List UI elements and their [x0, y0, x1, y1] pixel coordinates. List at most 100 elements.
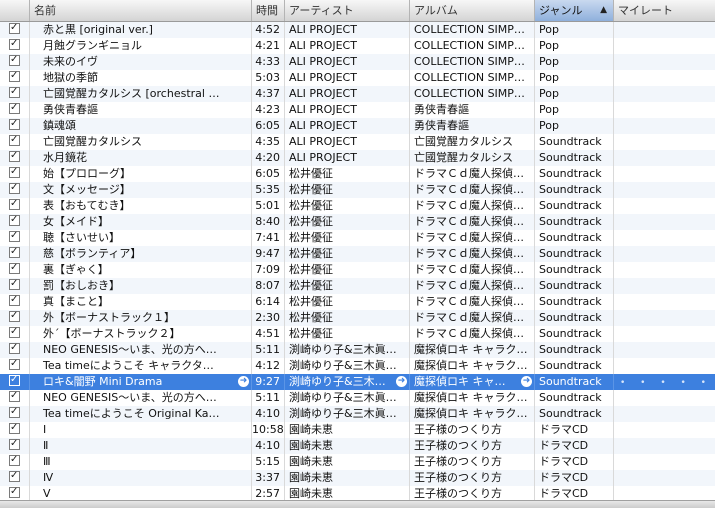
- checkbox-checked-icon[interactable]: [9, 470, 20, 484]
- checkbox-checked-icon[interactable]: [9, 294, 20, 308]
- checkbox-checked-icon[interactable]: [9, 150, 20, 164]
- checkbox-checked-icon[interactable]: [9, 486, 20, 500]
- track-checkbox-cell[interactable]: [0, 470, 30, 486]
- track-checkbox-cell[interactable]: [0, 38, 30, 54]
- checkbox-checked-icon[interactable]: [9, 166, 20, 180]
- track-rating[interactable]: [614, 166, 715, 182]
- track-rating[interactable]: [614, 246, 715, 262]
- checkbox-checked-icon[interactable]: [9, 86, 20, 100]
- track-rating[interactable]: [614, 390, 715, 406]
- table-row[interactable]: 亡國覚醒カタルシス [orchestral …4:37ALI PROJECTCO…: [0, 86, 715, 102]
- track-rating[interactable]: [614, 214, 715, 230]
- table-row[interactable]: 始【プロローグ】6:05松井優征ドラマＣｄ魔人探偵…Soundtrack: [0, 166, 715, 182]
- checkbox-checked-icon[interactable]: [9, 342, 20, 356]
- checkbox-checked-icon[interactable]: [9, 22, 20, 36]
- header-name[interactable]: 名前: [30, 0, 252, 21]
- track-rating[interactable]: [614, 54, 715, 70]
- track-rating[interactable]: [614, 230, 715, 246]
- track-checkbox-cell[interactable]: [0, 54, 30, 70]
- table-row[interactable]: 真【まこと】6:14松井優征ドラマＣｄ魔人探偵…Soundtrack: [0, 294, 715, 310]
- track-rating[interactable]: [614, 198, 715, 214]
- checkbox-checked-icon[interactable]: [9, 262, 20, 276]
- table-row[interactable]: 外【ボーナストラック１】2:30松井優征ドラマＣｄ魔人探偵…Soundtrack: [0, 310, 715, 326]
- table-row[interactable]: 女【メイド】8:40松井優征ドラマＣｄ魔人探偵…Soundtrack: [0, 214, 715, 230]
- checkbox-checked-icon[interactable]: [9, 310, 20, 324]
- track-checkbox-cell[interactable]: [0, 86, 30, 102]
- track-checkbox-cell[interactable]: [0, 310, 30, 326]
- table-row[interactable]: Ⅱ4:10園崎未恵王子様のつくり方ドラマCD: [0, 438, 715, 454]
- checkbox-checked-icon[interactable]: [9, 134, 20, 148]
- table-row[interactable]: Tea timeにようこそ キャラクタ…4:12渕崎ゆり子&三木眞…魔探偵ロキ …: [0, 358, 715, 374]
- track-rating[interactable]: • • • • •: [614, 374, 715, 390]
- track-rating[interactable]: [614, 70, 715, 86]
- checkbox-checked-icon[interactable]: [9, 422, 20, 436]
- checkbox-checked-icon[interactable]: [9, 278, 20, 292]
- track-checkbox-cell[interactable]: [0, 374, 30, 390]
- checkbox-checked-icon[interactable]: [9, 214, 20, 228]
- track-checkbox-cell[interactable]: [0, 278, 30, 294]
- go-arrow-icon[interactable]: ➜: [396, 376, 407, 387]
- table-row[interactable]: 慈【ボランティア】9:47松井優征ドラマＣｄ魔人探偵…Soundtrack: [0, 246, 715, 262]
- header-rating[interactable]: マイレート: [614, 0, 715, 21]
- track-checkbox-cell[interactable]: [0, 406, 30, 422]
- track-rating[interactable]: [614, 422, 715, 438]
- checkbox-checked-icon[interactable]: [9, 230, 20, 244]
- header-time[interactable]: 時間: [252, 0, 285, 21]
- track-rating[interactable]: [614, 102, 715, 118]
- track-checkbox-cell[interactable]: [0, 454, 30, 470]
- track-rating[interactable]: [614, 406, 715, 422]
- table-row[interactable]: 聴【さいせい】7:41松井優征ドラマＣｄ魔人探偵…Soundtrack: [0, 230, 715, 246]
- rating-dots[interactable]: • • • • •: [620, 378, 712, 388]
- track-rating[interactable]: [614, 118, 715, 134]
- track-rating[interactable]: [614, 150, 715, 166]
- track-rating[interactable]: [614, 134, 715, 150]
- table-row[interactable]: 表【おもてむき】5:01松井優征ドラマＣｄ魔人探偵…Soundtrack: [0, 198, 715, 214]
- checkbox-checked-icon[interactable]: [9, 406, 20, 420]
- track-checkbox-cell[interactable]: [0, 230, 30, 246]
- track-rating[interactable]: [614, 294, 715, 310]
- track-rating[interactable]: [614, 182, 715, 198]
- table-row[interactable]: Ⅰ10:58園崎未恵王子様のつくり方ドラマCD: [0, 422, 715, 438]
- table-row[interactable]: 未来のイヴ4:33ALI PROJECTCOLLECTION SIMP…Pop: [0, 54, 715, 70]
- table-row[interactable]: 罰【おしおき】8:07松井優征ドラマＣｄ魔人探偵…Soundtrack: [0, 278, 715, 294]
- track-rating[interactable]: [614, 470, 715, 486]
- track-checkbox-cell[interactable]: [0, 438, 30, 454]
- checkbox-checked-icon[interactable]: [9, 38, 20, 52]
- table-row[interactable]: 水月鏡花4:20ALI PROJECT亡國覚醒カタルシスSoundtrack: [0, 150, 715, 166]
- table-row[interactable]: 月蝕グランギニョル4:21ALI PROJECTCOLLECTION SIMP……: [0, 38, 715, 54]
- track-checkbox-cell[interactable]: [0, 262, 30, 278]
- table-row[interactable]: 鎮魂頌6:05ALI PROJECT勇侠青春謳Pop: [0, 118, 715, 134]
- track-rating[interactable]: [614, 278, 715, 294]
- track-rating[interactable]: [614, 22, 715, 38]
- table-row[interactable]: 裏【ぎゃく】7:09松井優征ドラマＣｄ魔人探偵…Soundtrack: [0, 262, 715, 278]
- checkbox-checked-icon[interactable]: [9, 182, 20, 196]
- track-checkbox-cell[interactable]: [0, 422, 30, 438]
- go-arrow-icon[interactable]: ➜: [238, 376, 249, 387]
- table-row-selected[interactable]: ロキ&闇野 Mini Drama➜9:27渕崎ゆり子&三木…➜魔探偵ロキ キャ……: [0, 374, 715, 390]
- checkbox-checked-icon[interactable]: [9, 102, 20, 116]
- checkbox-checked-icon[interactable]: [9, 198, 20, 212]
- table-row[interactable]: 赤と黒 [original ver.]4:52ALI PROJECTCOLLEC…: [0, 22, 715, 38]
- track-rating[interactable]: [614, 358, 715, 374]
- track-checkbox-cell[interactable]: [0, 102, 30, 118]
- checkbox-checked-icon[interactable]: [9, 358, 20, 372]
- checkbox-checked-icon[interactable]: [9, 438, 20, 452]
- track-checkbox-cell[interactable]: [0, 214, 30, 230]
- track-rating[interactable]: [614, 262, 715, 278]
- checkbox-checked-icon[interactable]: [9, 70, 20, 84]
- checkbox-checked-icon[interactable]: [9, 326, 20, 340]
- table-row[interactable]: 勇侠青春謳4:23ALI PROJECT勇侠青春謳Pop: [0, 102, 715, 118]
- header-genre[interactable]: ジャンル ▲: [535, 0, 614, 21]
- header-artist[interactable]: アーティスト: [285, 0, 410, 21]
- table-row[interactable]: 文【メッセージ】5:35松井優征ドラマＣｄ魔人探偵…Soundtrack: [0, 182, 715, 198]
- track-checkbox-cell[interactable]: [0, 22, 30, 38]
- table-row[interactable]: Ⅳ3:37園崎未恵王子様のつくり方ドラマCD: [0, 470, 715, 486]
- track-checkbox-cell[interactable]: [0, 326, 30, 342]
- track-checkbox-cell[interactable]: [0, 70, 30, 86]
- header-album[interactable]: アルバム: [410, 0, 535, 21]
- checkbox-checked-icon[interactable]: [9, 54, 20, 68]
- checkbox-checked-icon[interactable]: [9, 118, 20, 132]
- header-checkbox-column[interactable]: [0, 0, 30, 21]
- checkbox-checked-icon[interactable]: [9, 390, 20, 404]
- table-row[interactable]: Ⅲ5:15園崎未恵王子様のつくり方ドラマCD: [0, 454, 715, 470]
